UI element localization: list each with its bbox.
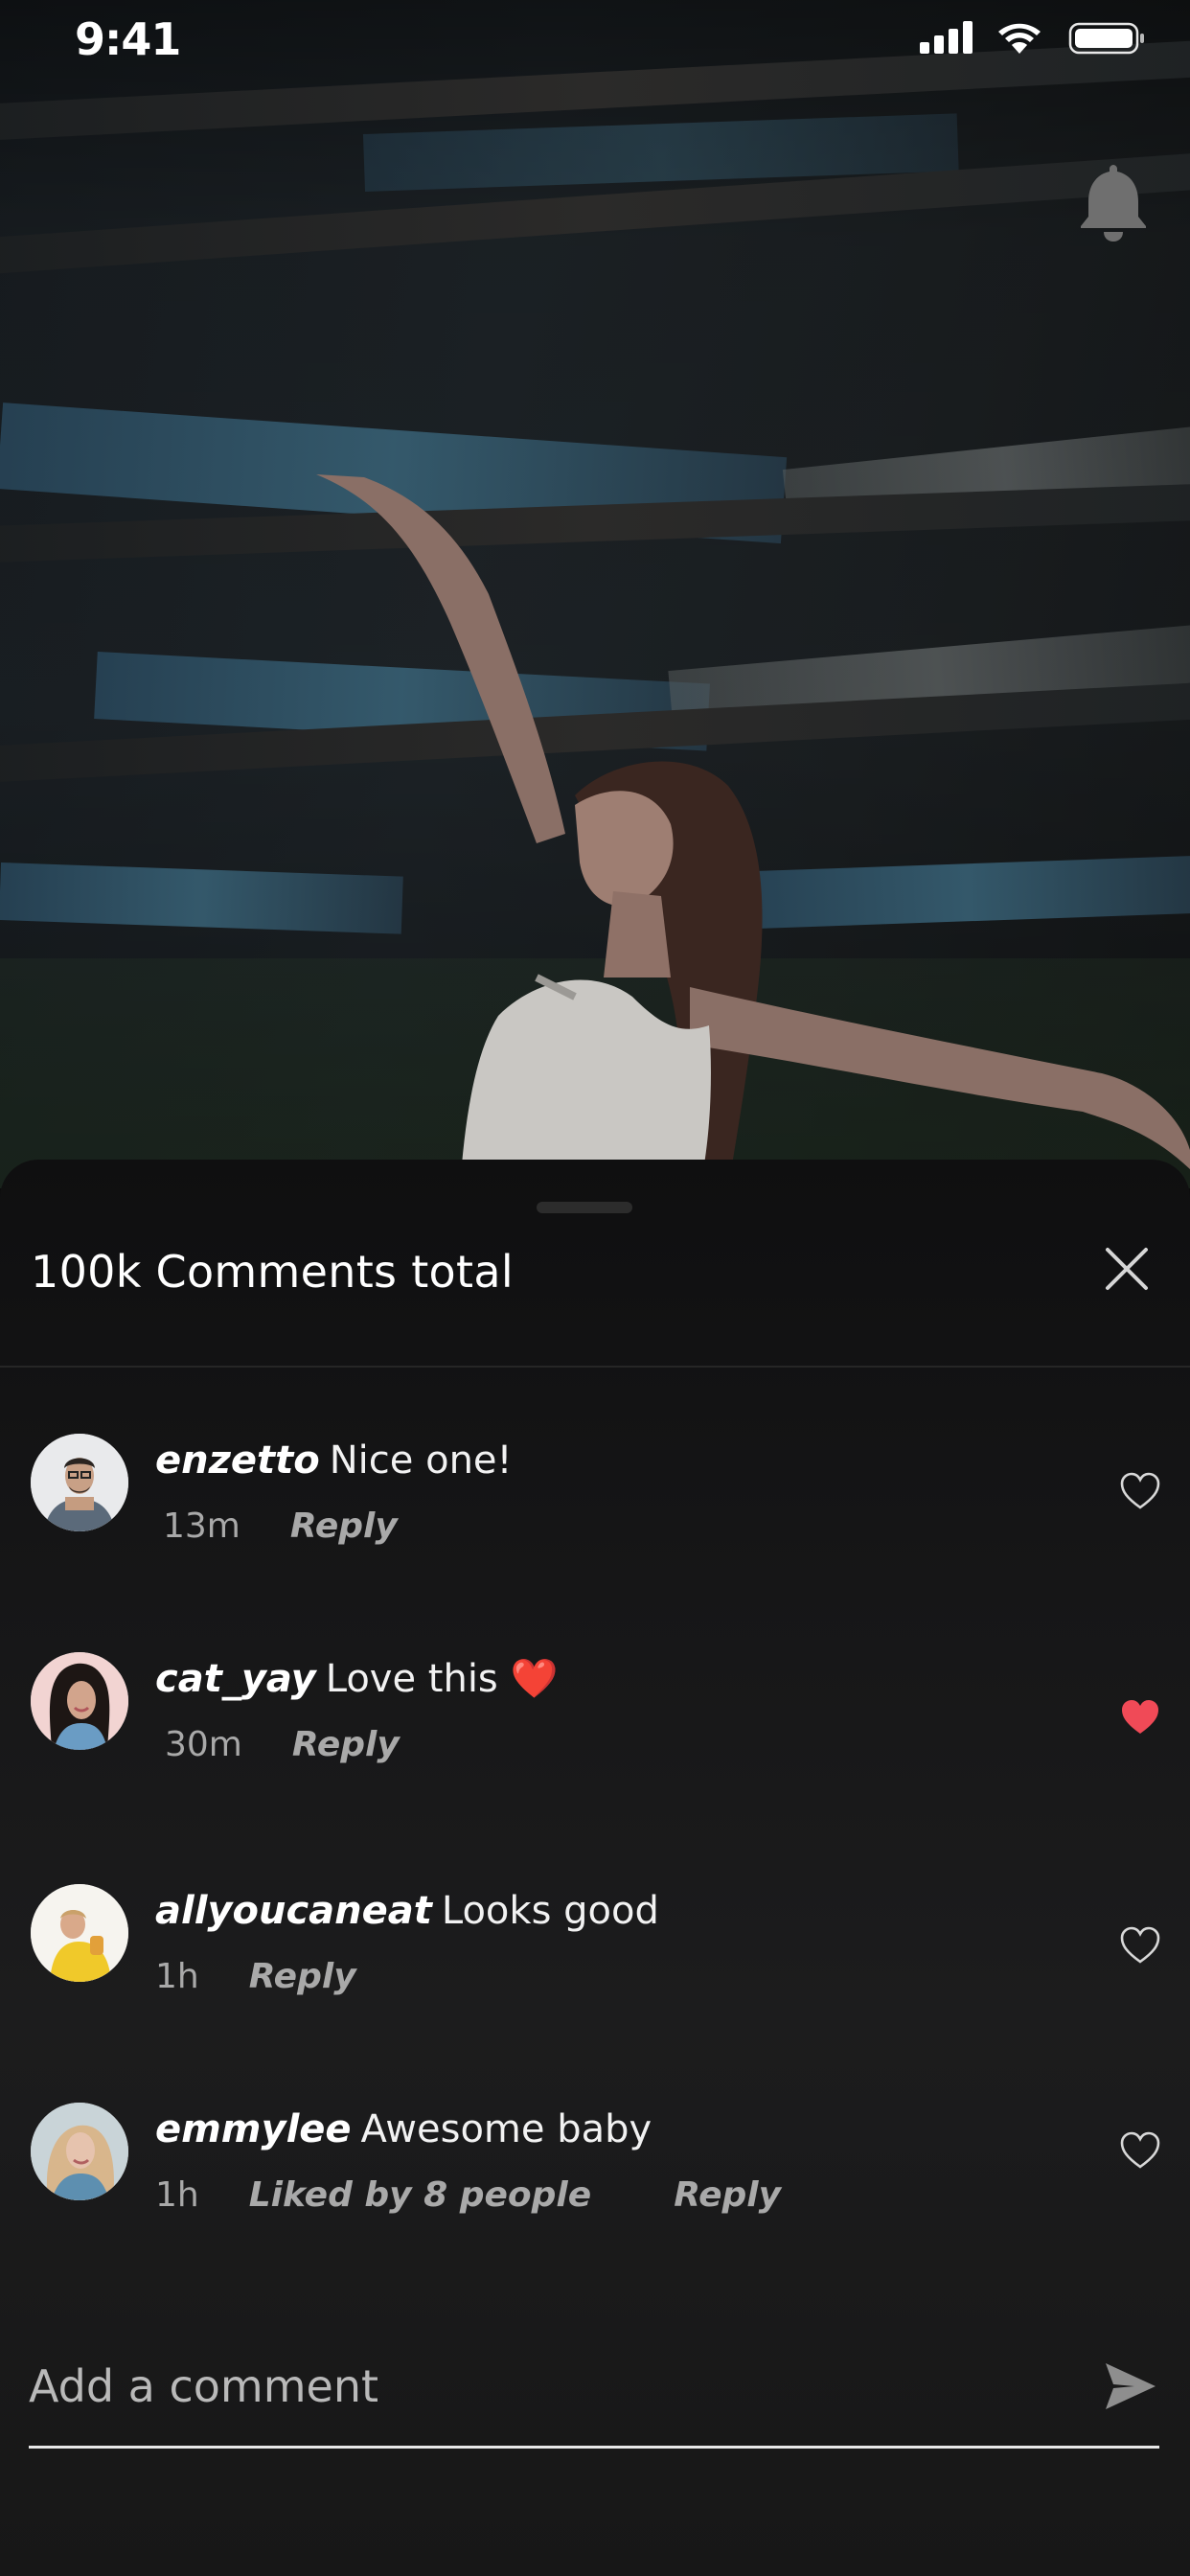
status-icons — [920, 21, 1144, 55]
sheet-drag-handle[interactable] — [537, 1202, 632, 1213]
comment-time: 1h — [155, 2175, 199, 2215]
comment-meta: 1h Liked by 8 people Reply — [155, 2172, 781, 2220]
avatar[interactable] — [31, 2103, 128, 2200]
bell-icon[interactable] — [1075, 159, 1152, 243]
comment-username[interactable]: cat_yay — [155, 1657, 316, 1701]
status-time: 9:41 — [75, 13, 181, 65]
status-bar: 9:41 — [0, 0, 1190, 86]
battery-icon — [1068, 22, 1144, 55]
comment-item: emmylee Awesome baby 1h Liked by 8 people R… — [0, 2103, 1190, 2246]
comment-item: cat_yay Love this ❤️ 30m Reply — [0, 1652, 1190, 1796]
liked-by-count[interactable]: Liked by 8 people — [249, 2172, 591, 2220]
heart-icon[interactable] — [1119, 1926, 1161, 1965]
comment-time: 30m — [165, 1725, 242, 1764]
comment-meta: 13m Reply — [155, 1503, 398, 1551]
add-comment-input[interactable] — [29, 2338, 1083, 2434]
comment-item: enzetto Nice one! 13m Reply — [0, 1434, 1190, 1577]
sheet-divider — [0, 1366, 1190, 1368]
comment-username[interactable]: allyoucaneat — [155, 1889, 432, 1933]
comment-meta: 30m Reply — [155, 1721, 400, 1769]
send-icon[interactable] — [1102, 2358, 1159, 2415]
comment-body: Awesome baby — [360, 2107, 652, 2151]
comment-meta: 1h Reply — [155, 1953, 356, 2001]
comment-item: allyoucaneat Looks good 1h Reply — [0, 1884, 1190, 2028]
comment-username[interactable]: emmylee — [155, 2107, 352, 2151]
comment-username[interactable]: enzetto — [155, 1438, 320, 1483]
post-background-photo — [0, 0, 1190, 1188]
reply-button[interactable]: Reply — [290, 1506, 398, 1546]
comment-text: enzetto Nice one! — [155, 1434, 513, 1487]
avatar[interactable] — [31, 1884, 128, 1982]
comment-body: Love this ❤️ — [325, 1657, 559, 1701]
wifi-icon — [998, 23, 1041, 54]
avatar[interactable] — [31, 1652, 128, 1750]
comment-time: 13m — [163, 1506, 240, 1546]
composer-underline — [29, 2446, 1159, 2449]
avatar[interactable] — [31, 1434, 128, 1531]
dancer-figure — [316, 474, 1190, 1188]
comment-composer — [29, 2338, 1159, 2453]
signal-icon — [920, 21, 973, 54]
comment-time: 1h — [155, 1957, 199, 1996]
comment-text: cat_yay Love this ❤️ — [155, 1652, 558, 1706]
comment-text: emmylee Awesome baby — [155, 2103, 652, 2156]
comment-body: Nice one! — [329, 1438, 513, 1483]
reply-button[interactable]: Reply — [674, 2175, 781, 2215]
heart-icon[interactable] — [1119, 2131, 1161, 2170]
heart-filled-icon[interactable] — [1119, 1698, 1161, 1736]
comments-total-title: 100k Comments total — [31, 1246, 514, 1298]
close-icon[interactable] — [1100, 1242, 1154, 1296]
comment-text: allyoucaneat Looks good — [155, 1884, 659, 1938]
comment-body: Looks good — [441, 1889, 659, 1933]
reply-button[interactable]: Reply — [292, 1725, 400, 1764]
reply-button[interactable]: Reply — [249, 1957, 356, 1996]
heart-icon[interactable] — [1119, 1472, 1161, 1510]
